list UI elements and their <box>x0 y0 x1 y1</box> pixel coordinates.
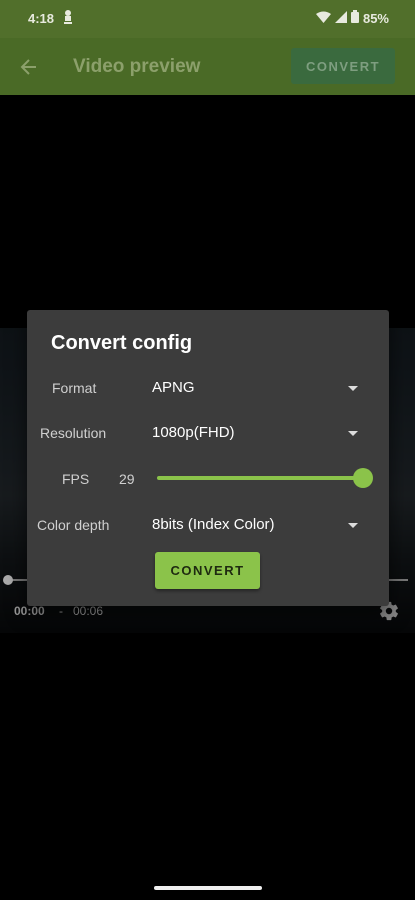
gesture-nav-handle[interactable] <box>154 886 262 890</box>
color-depth-select[interactable]: 8bits (Index Color) <box>152 516 275 533</box>
resolution-label: Resolution <box>40 425 107 441</box>
convert-button[interactable]: CONVERT <box>155 552 260 589</box>
battery-icon <box>350 10 359 26</box>
fps-slider-thumb[interactable] <box>353 468 373 488</box>
color-depth-label: Color depth <box>37 517 110 533</box>
status-time: 4:18 <box>28 11 55 26</box>
fps-slider-track[interactable] <box>157 476 363 480</box>
fps-label: FPS <box>62 471 90 487</box>
resolution-dropdown-icon[interactable] <box>348 431 358 436</box>
signal-icon <box>334 10 347 26</box>
battery-percent: 85% <box>362 10 389 26</box>
resolution-select[interactable]: 1080p(FHD) <box>152 424 235 441</box>
color-depth-dropdown-icon[interactable] <box>348 523 358 528</box>
page-title: Video preview <box>73 56 201 77</box>
current-time: 00:00 <box>14 604 45 618</box>
convert-config-dialog: Convert config Format APNG Resolution 10… <box>27 310 389 606</box>
format-label: Format <box>52 380 97 396</box>
format-select[interactable]: APNG <box>152 379 195 396</box>
format-dropdown-icon[interactable] <box>348 386 358 391</box>
app-bar: Video preview CONVERT <box>0 38 415 95</box>
time-separator: - <box>59 604 63 618</box>
wifi-icon <box>315 11 331 26</box>
timeline-thumb[interactable] <box>3 575 13 585</box>
notification-icon <box>62 9 74 30</box>
status-icons: 85% <box>315 10 389 26</box>
fps-value: 29 <box>119 471 135 487</box>
convert-button-toolbar[interactable]: CONVERT <box>291 48 395 84</box>
dialog-title: Convert config <box>51 332 193 354</box>
total-time: 00:06 <box>73 604 104 618</box>
status-bar: 4:18 85% <box>0 0 415 38</box>
arrow-back-icon[interactable] <box>14 52 44 82</box>
